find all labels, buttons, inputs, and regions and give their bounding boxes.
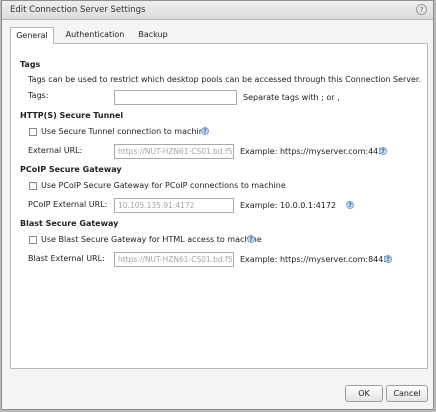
blast-info-icon[interactable]: ? bbox=[247, 235, 255, 243]
cancel-button[interactable]: Cancel bbox=[386, 385, 428, 402]
pcoip-checkbox-label: Use PCoIP Secure Gateway for PCoIP conne… bbox=[41, 181, 286, 190]
pcoip-heading: PCoIP Secure Gateway bbox=[20, 165, 122, 174]
pcoip-checkbox[interactable] bbox=[29, 182, 37, 190]
pcoip-external-url-input[interactable]: 10.105.135.91:4172 bbox=[114, 198, 234, 213]
help-icon[interactable]: ? bbox=[416, 4, 427, 15]
pcoip-external-url-example: Example: 10.0.0.1:4172 bbox=[240, 201, 337, 210]
secure-tunnel-checkbox-label: Use Secure Tunnel connection to machine bbox=[41, 127, 209, 136]
title-bar: Edit Connection Server Settings ? bbox=[2, 1, 433, 20]
external-url-example: Example: https://myserver.com:443 bbox=[240, 147, 384, 156]
tags-label: Tags: bbox=[28, 91, 49, 100]
blast-heading: Blast Secure Gateway bbox=[20, 219, 119, 228]
blast-external-url-label: Blast External URL: bbox=[28, 254, 105, 263]
blast-checkbox-label: Use Blast Secure Gateway for HTML access… bbox=[41, 235, 262, 244]
general-tab-panel: Tags Tags can be used to restrict which … bbox=[10, 43, 428, 369]
tab-general[interactable]: General bbox=[10, 27, 54, 44]
blast-external-url-input[interactable]: https://NUT-HZN61-CS01.bd.f5 bbox=[114, 252, 234, 267]
tags-hint: Separate tags with ; or , bbox=[243, 93, 340, 102]
dialog-footer: OK Cancel bbox=[2, 369, 433, 409]
pcoip-external-url-label: PCoIP External URL: bbox=[28, 200, 108, 209]
tags-description: Tags can be used to restrict which deskt… bbox=[28, 75, 422, 84]
blast-checkbox[interactable] bbox=[29, 236, 37, 244]
dialog-title: Edit Connection Server Settings bbox=[10, 5, 146, 15]
tags-input[interactable] bbox=[114, 90, 237, 105]
external-url-input[interactable]: https://NUT-HZN61-CS01.bd.f5 bbox=[114, 144, 234, 159]
external-url-info-icon[interactable]: ? bbox=[379, 147, 387, 155]
tags-heading: Tags bbox=[20, 60, 41, 69]
secure-tunnel-info-icon[interactable]: ? bbox=[201, 127, 209, 135]
pcoip-info-icon[interactable]: ? bbox=[346, 201, 354, 209]
edit-connection-server-dialog: Edit Connection Server Settings ? Genera… bbox=[1, 0, 434, 410]
secure-tunnel-checkbox[interactable] bbox=[29, 128, 37, 136]
ok-button[interactable]: OK bbox=[345, 385, 383, 402]
external-url-label: External URL: bbox=[28, 146, 83, 155]
blast-external-url-info-icon[interactable]: ? bbox=[384, 255, 392, 263]
secure-tunnel-heading: HTTP(S) Secure Tunnel bbox=[20, 111, 124, 120]
tab-backup[interactable]: Backup bbox=[134, 27, 172, 43]
tab-authentication[interactable]: Authentication bbox=[60, 27, 130, 43]
blast-external-url-example: Example: https://myserver.com:8443 bbox=[240, 255, 389, 264]
